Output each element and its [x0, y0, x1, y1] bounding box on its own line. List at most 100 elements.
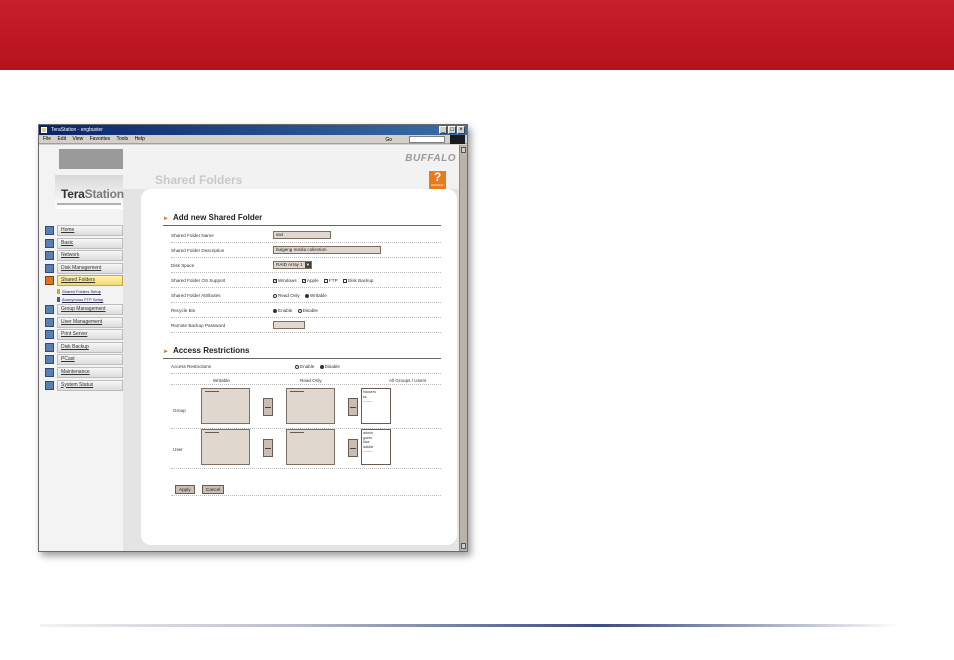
sidebar-item-label: Maintenance	[57, 366, 123, 378]
user-move-writable-button[interactable]	[263, 439, 273, 457]
close-icon[interactable]: ×	[457, 126, 465, 134]
sidebar-item-maintenance[interactable]: Maintenance	[45, 366, 123, 378]
list-item[interactable]: --------	[363, 399, 389, 404]
column-writable: Writable	[213, 378, 230, 383]
sidebar-item-network[interactable]: Network	[45, 250, 123, 262]
sidebar-header-block	[59, 149, 123, 169]
logo-station: Station	[84, 187, 124, 201]
sidebar-item-label: Network	[57, 250, 123, 262]
user-icon	[45, 317, 54, 327]
maximize-icon[interactable]: □	[448, 126, 456, 134]
group-move-read-only-button[interactable]	[348, 398, 358, 416]
sidebar: TeraStation Home Basic Network Disk Mana…	[39, 145, 124, 551]
question-mark-icon: ?	[433, 170, 442, 184]
group-writable-list[interactable]	[201, 388, 250, 424]
user-writable-list[interactable]	[201, 429, 250, 465]
recycle-enable-radio[interactable]: Enable	[273, 308, 292, 313]
access-enable-radio[interactable]: Enable	[295, 364, 314, 369]
user-row-label: User	[173, 447, 183, 452]
printer-icon	[45, 330, 54, 340]
apply-button[interactable]: Apply	[175, 485, 195, 494]
sidebar-item-label: Basic	[57, 237, 123, 249]
address-field[interactable]	[409, 136, 445, 143]
menu-file[interactable]: File	[43, 136, 51, 142]
disk-space-select[interactable]: RAID Array 1 ▼	[273, 261, 312, 269]
content-card: ► Add new Shared Folder Shared Folder Nam…	[141, 189, 457, 545]
sidebar-item-label: Shared Folders	[57, 275, 123, 287]
os-disk-backup-checkbox[interactable]: Disk Backup	[342, 278, 373, 283]
subitem-shared-folders-setup[interactable]: Shared Folders Setup	[57, 288, 123, 296]
buttons-divider	[171, 495, 441, 496]
status-icon	[45, 380, 54, 390]
group-move-writable-button[interactable]	[263, 398, 273, 416]
sidebar-item-system-status[interactable]: System Status	[45, 379, 123, 391]
backup-icon	[45, 342, 54, 352]
all-users-list[interactable]: admin guest tilza dakkie --------	[361, 429, 391, 465]
sidebar-item-basic[interactable]: Basic	[45, 237, 123, 249]
sidebar-item-label: Disk Management	[57, 262, 123, 274]
main-panel: BUFFALO Shared Folders ? MANUAL ► Add new…	[123, 145, 460, 551]
menu-favorites[interactable]: Favorites	[90, 136, 111, 142]
go-button[interactable]: Go	[385, 136, 392, 145]
menu-edit[interactable]: Edit	[57, 136, 66, 142]
sidebar-item-group-management[interactable]: Group Management	[45, 303, 123, 315]
user-move-read-only-button[interactable]	[348, 439, 358, 457]
ftp-small-icon	[57, 296, 60, 302]
sidebar-item-user-management[interactable]: User Management	[45, 316, 123, 328]
group-read-only-list[interactable]	[286, 388, 335, 424]
user-read-only-list[interactable]	[286, 429, 335, 465]
access-disable-radio[interactable]: Disable	[319, 364, 340, 369]
window-controls: _ □ ×	[439, 126, 465, 134]
column-read-only: Read Only	[300, 378, 322, 383]
sidebar-item-label: Group Management	[57, 303, 123, 315]
vertical-scrollbar[interactable]	[459, 145, 467, 551]
sidebar-item-label: Home	[57, 225, 123, 236]
maintenance-icon	[45, 367, 54, 377]
row-folder-name: Shared Folder Name vwt	[171, 229, 441, 243]
browser-icon	[41, 127, 47, 133]
all-groups-list[interactable]: hdusers ss --------	[361, 388, 391, 424]
group-row-label: Group	[173, 408, 186, 413]
sidebar-item-shared-folders[interactable]: Shared Folders	[45, 275, 123, 287]
sidebar-item-label: System Status	[57, 379, 123, 391]
scroll-up-icon[interactable]	[461, 147, 466, 153]
window-titlebar: TeraStation - engbuster _ □ ×	[39, 125, 467, 135]
menu-tools[interactable]: Tools	[116, 136, 128, 142]
sidebar-item-disk-management[interactable]: Disk Management	[45, 262, 123, 274]
top-banner	[0, 0, 954, 70]
recycle-disable-radio[interactable]: Disable	[297, 308, 318, 313]
folder-name-input[interactable]: vwt	[273, 231, 331, 239]
sidebar-item-home[interactable]: Home	[45, 225, 123, 236]
os-ftp-checkbox[interactable]: FTP	[323, 278, 338, 283]
row-attributes: Shared Folder Attributes Read Only Writa…	[171, 289, 441, 303]
row-recycle-bin: Recycle Bin Enable Disable	[171, 304, 441, 318]
logo-tera: Tera	[61, 187, 85, 201]
os-apple-checkbox[interactable]: ✓Apple	[301, 278, 319, 283]
disk-icon	[45, 263, 54, 273]
scroll-down-icon[interactable]	[461, 543, 466, 549]
os-windows-checkbox[interactable]: ✓Windows	[273, 278, 297, 283]
menu-help[interactable]: Help	[135, 136, 145, 142]
chevron-down-icon: ▼	[304, 262, 311, 268]
section-arrow-icon: ►	[163, 349, 169, 355]
menu-view[interactable]: View	[72, 136, 83, 142]
sidebar-item-pcast[interactable]: PCast	[45, 354, 123, 366]
list-item[interactable]: --------	[363, 449, 389, 454]
sidebar-item-disk-backup[interactable]: Disk Backup	[45, 341, 123, 353]
column-all-groups-users: All Groups / Users	[389, 378, 427, 383]
section-divider	[163, 225, 441, 226]
help-button[interactable]: ? MANUAL	[429, 171, 446, 189]
cancel-button[interactable]: Cancel	[202, 485, 225, 494]
folder-icon	[45, 276, 54, 286]
subitem-anonymous-ftp-setup[interactable]: Anonymous FTP Setup	[57, 296, 123, 304]
backup-password-input[interactable]	[273, 321, 305, 329]
folder-description-input[interactable]: bulgeng media collection	[273, 246, 381, 254]
attr-writable-radio[interactable]: Writable	[305, 293, 327, 298]
sidebar-item-label: Disk Backup	[57, 341, 123, 353]
sidebar-item-print-server[interactable]: Print Server	[45, 329, 123, 341]
section-title-access-restrictions: ► Access Restrictions	[163, 346, 250, 355]
section-divider	[163, 358, 441, 359]
attr-read-only-radio[interactable]: Read Only	[273, 293, 300, 298]
minimize-icon[interactable]: _	[439, 126, 447, 134]
logo-underline	[57, 203, 121, 205]
